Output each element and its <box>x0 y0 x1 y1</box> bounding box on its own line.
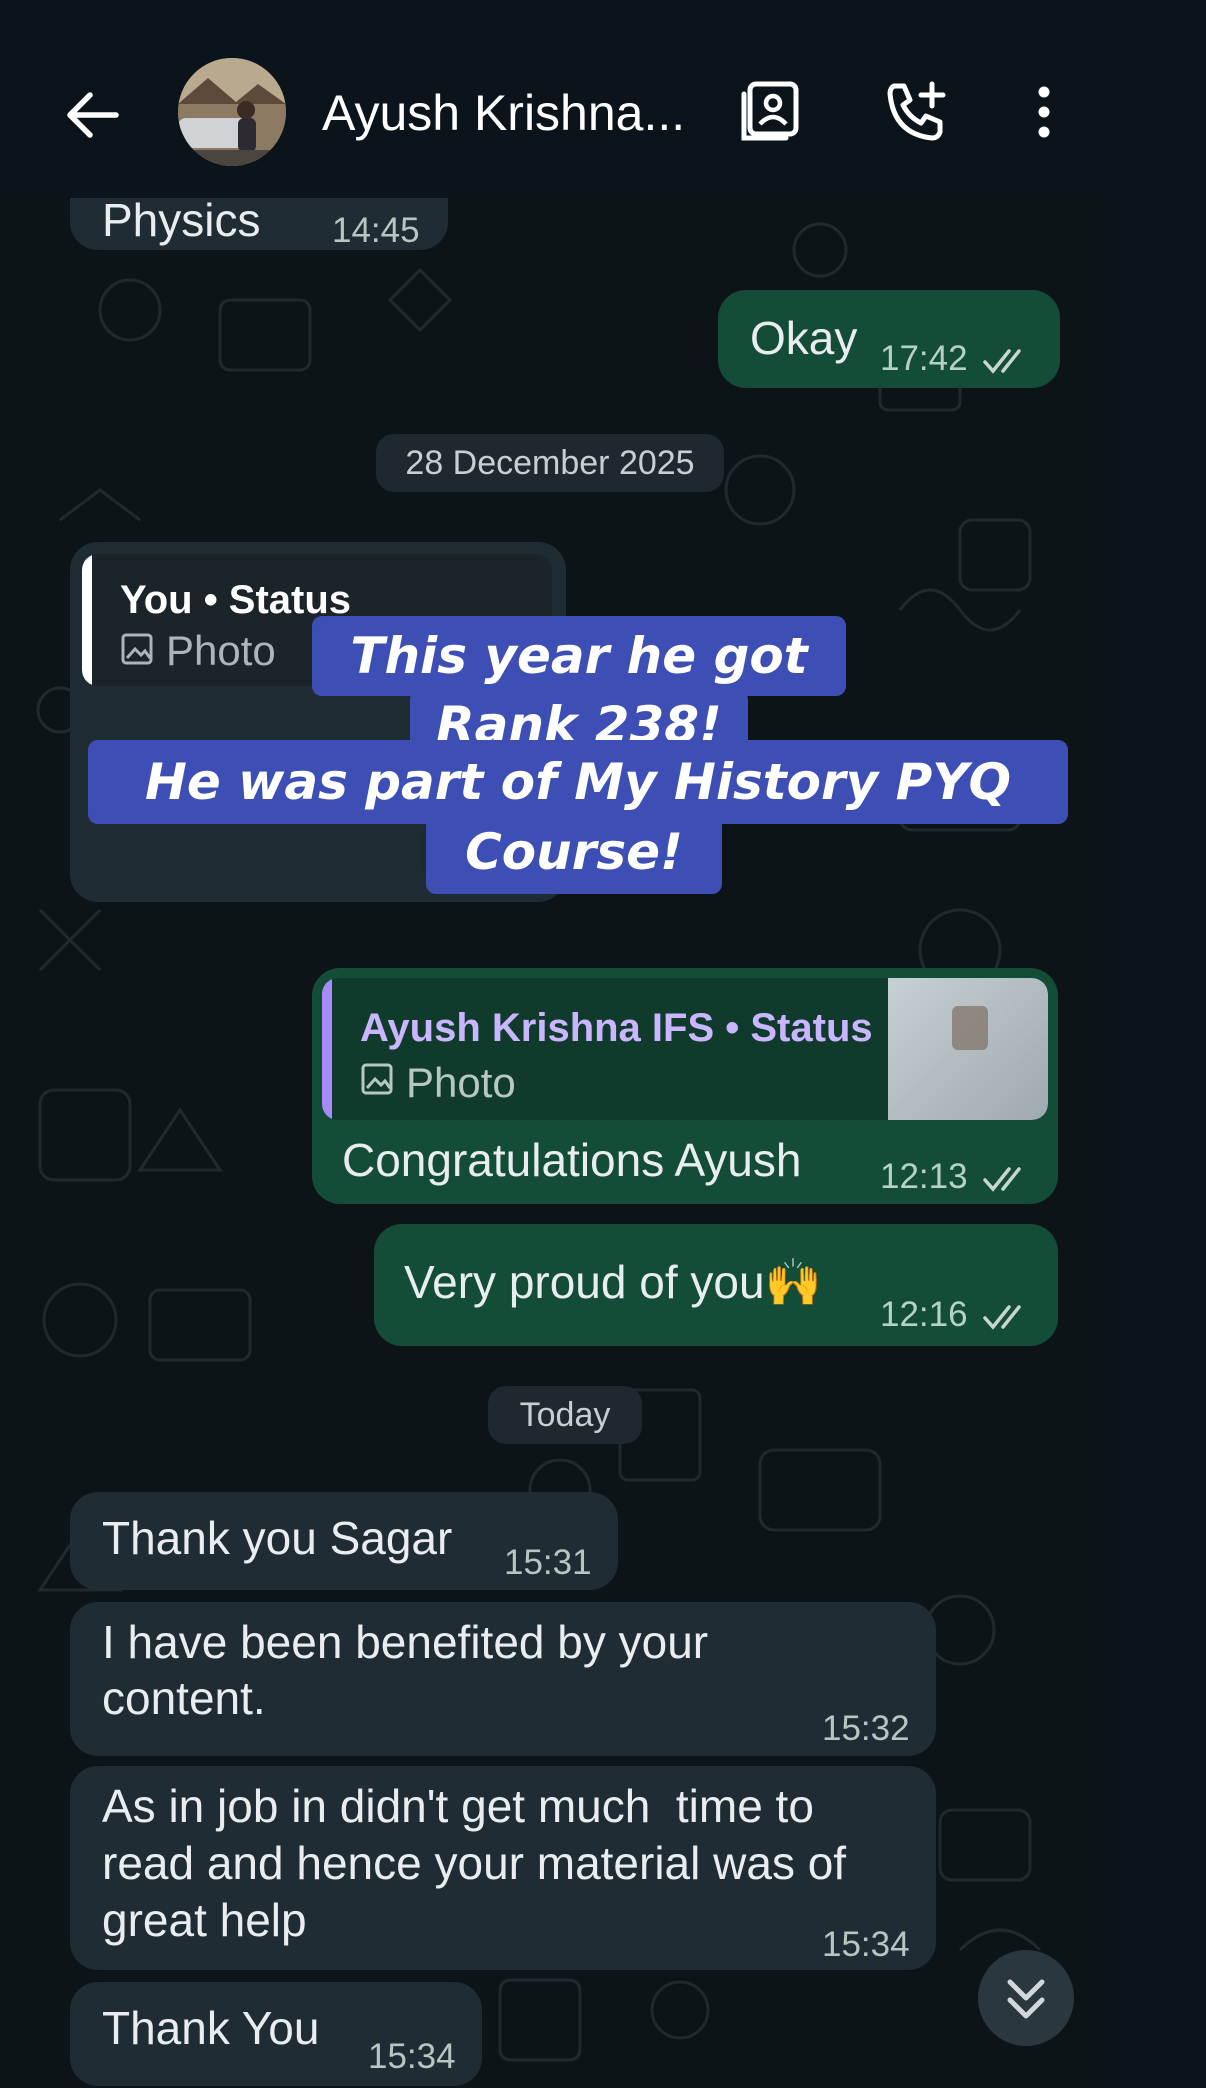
overlay-caption-line-1: This year he got <box>312 616 846 696</box>
time-label: 12:16 <box>880 1295 968 1334</box>
time-label: 12:13 <box>880 1157 968 1196</box>
message-okay[interactable]: Okay 17:42 <box>718 290 1060 388</box>
date-separator: 28 December 2025 <box>376 434 724 492</box>
quote-type: Photo <box>166 627 276 674</box>
message-time: 15:34 <box>368 2037 456 2076</box>
message-time: 12:16 <box>880 1286 1033 1343</box>
screen-edge <box>1108 190 1206 2088</box>
message-time: 15:31 <box>504 1543 592 1582</box>
message-time: 17:42 <box>880 330 1033 387</box>
quote-type: Photo <box>406 1059 516 1106</box>
message-text: Congratulations Ayush <box>342 1134 802 1186</box>
message-text: Very proud of you🙌 <box>404 1256 822 1308</box>
add-call-icon[interactable] <box>880 76 952 148</box>
message-time: 15:32 <box>822 1709 910 1748</box>
back-arrow-icon[interactable] <box>58 80 128 150</box>
message-physics[interactable]: Physics 14:45 <box>70 190 448 250</box>
avatar[interactable] <box>178 58 286 166</box>
quote-bar <box>82 554 92 686</box>
read-ticks-icon <box>983 349 1022 374</box>
message-time: 15:34 <box>822 1925 910 1964</box>
date-separator-today: Today <box>488 1386 642 1444</box>
message-time: 12:13 <box>880 1148 1033 1205</box>
message-line-2: read and hence your material was of <box>102 1837 847 1889</box>
message-benefited[interactable]: I have been benefited by your content. 1… <box>70 1602 936 1756</box>
message-very-proud[interactable]: Very proud of you🙌 12:16 <box>374 1224 1058 1346</box>
overlay-caption-line-4: Course! <box>426 812 722 894</box>
message-as-in-job[interactable]: As in job in didn't get much time to rea… <box>70 1766 936 1970</box>
read-ticks-icon <box>983 1167 1022 1192</box>
quote-author: Ayush Krishna IFS • Status <box>360 1006 873 1050</box>
thumbnail-figure <box>952 1006 988 1050</box>
message-text: Thank You <box>102 2002 320 2054</box>
message-line-2: content. <box>102 1672 266 1724</box>
message-congratulations[interactable]: Ayush Krishna IFS • Status Photo Congrat… <box>312 968 1058 1204</box>
message-text: Physics <box>102 194 261 246</box>
message-text: Thank you Sagar <box>102 1512 453 1564</box>
scroll-to-bottom-button[interactable] <box>978 1950 1074 2046</box>
photo-icon <box>121 633 153 665</box>
quote-bar <box>322 978 332 1120</box>
chat-wallpaper[interactable]: Physics 14:45 Okay 17:42 28 December 202… <box>0 190 1108 2088</box>
message-thank-you[interactable]: Thank You 15:34 <box>70 1982 482 2086</box>
chat-screen: Physics 14:45 Okay 17:42 28 December 202… <box>0 0 1206 2088</box>
status-thumbnail[interactable] <box>888 978 1048 1120</box>
message-line-3: great help <box>102 1894 307 1946</box>
avatar-image <box>178 58 286 166</box>
contact-card-icon[interactable] <box>736 76 808 148</box>
message-thank-you-sagar[interactable]: Thank you Sagar 15:31 <box>70 1492 618 1590</box>
chat-header: Ayush Krishna... <box>0 0 1206 198</box>
photo-icon <box>361 1063 393 1095</box>
more-vert-icon[interactable] <box>1008 76 1080 148</box>
contact-name[interactable]: Ayush Krishna... <box>322 84 685 142</box>
message-line-1: I have been benefited by your <box>102 1616 709 1668</box>
message-line-1: As in job in didn't get much time to <box>102 1780 814 1832</box>
read-ticks-icon <box>983 1305 1022 1330</box>
double-chevron-down-icon <box>1007 1979 1045 2019</box>
message-time: 14:45 <box>332 211 420 250</box>
quoted-status[interactable]: Ayush Krishna IFS • Status Photo <box>322 978 1048 1120</box>
message-text: Okay <box>750 312 858 364</box>
time-label: 17:42 <box>880 339 968 378</box>
